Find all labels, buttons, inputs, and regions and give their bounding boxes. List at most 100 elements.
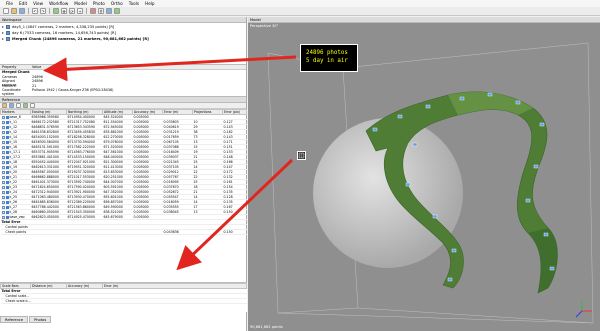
tab-reference[interactable]: Reference	[0, 316, 29, 323]
undo-icon[interactable]: ↶	[32, 8, 38, 14]
menu-photo[interactable]: Photo	[90, 1, 108, 6]
marker-label: k_16	[9, 145, 18, 149]
new-icon[interactable]	[3, 8, 9, 14]
marker-label: k_23	[9, 185, 18, 189]
bottom-tabs: Reference Photos	[0, 316, 52, 323]
workspace-chunk-item-active[interactable]: Merged Chunk (24896 cameras, 21 markers,…	[2, 36, 244, 42]
marker-checkbox[interactable]	[1, 150, 5, 154]
scale-bars-table: Scale Bars Distance (m) Accuracy (m) Err…	[0, 283, 247, 304]
marker-icon[interactable]	[114, 8, 120, 14]
grid-icon[interactable]: #	[98, 8, 104, 14]
marker-checkbox[interactable]	[1, 135, 5, 139]
ruler-icon[interactable]	[90, 8, 96, 14]
marker-checkbox[interactable]	[1, 115, 5, 119]
menu-edit[interactable]: Edit	[16, 1, 30, 6]
marker-label: k_21	[9, 175, 18, 179]
expand-arrow-icon[interactable]	[2, 32, 4, 34]
marker-checkbox[interactable]	[1, 155, 5, 159]
marker-flag-icon	[5, 205, 9, 209]
value-column-header[interactable]: Value	[30, 65, 41, 69]
update-icon[interactable]	[23, 103, 28, 108]
menu-workflow[interactable]: Workflow	[46, 1, 71, 6]
marker-checkbox[interactable]	[1, 170, 5, 174]
menu-tools[interactable]: Tools	[126, 1, 142, 6]
marker-checkbox[interactable]	[1, 130, 5, 134]
marker-label: k_15	[9, 140, 18, 144]
marker-checkbox[interactable]	[1, 210, 5, 214]
marker-checkbox[interactable]	[1, 180, 5, 184]
menu-view[interactable]: View	[30, 1, 46, 6]
marker-checkbox[interactable]	[1, 120, 5, 124]
marker-checkbox[interactable]	[1, 185, 5, 189]
scale-bars-panel: Scale Bars Distance (m) Accuracy (m) Err…	[0, 282, 247, 312]
toolbar-separator	[49, 8, 50, 14]
property-value: Pulkovo 1942 / Gauss-Kruger Z36 (EPSG:28…	[32, 88, 114, 92]
save-icon[interactable]	[19, 8, 25, 14]
settings-icon[interactable]	[30, 103, 35, 108]
chunk-label: day5_1 (4847 cameras, 2 markers, 4,338,2…	[12, 25, 115, 29]
annotation-callout: 24896 photos 5 day in air	[300, 44, 358, 72]
zoom-icon[interactable]: +	[77, 8, 83, 14]
toolbar-separator	[86, 8, 87, 14]
marker-checkbox[interactable]	[1, 175, 5, 179]
menu-bar: File Edit View Workflow Model Photo Orth…	[0, 0, 600, 7]
marker-label: k_14	[9, 135, 18, 139]
marker-checkbox[interactable]	[1, 165, 5, 169]
marker-checkbox[interactable]	[1, 125, 5, 129]
marker-flag-icon	[5, 165, 9, 169]
expand-arrow-icon[interactable]	[2, 26, 4, 28]
navigate-icon[interactable]: ✥	[61, 8, 67, 14]
menu-help[interactable]: Help	[142, 1, 158, 6]
marker-checkbox[interactable]	[1, 190, 5, 194]
menu-ortho[interactable]: Ortho	[108, 1, 126, 6]
menu-file[interactable]: File	[3, 1, 16, 6]
open-icon[interactable]	[11, 8, 17, 14]
property-row: Coordinate system Pulkovo 1942 / Gauss-Kr…	[0, 88, 246, 96]
export-icon[interactable]	[9, 103, 14, 108]
marker-checkbox[interactable]	[1, 145, 5, 149]
marker-flag-icon	[5, 175, 9, 179]
chunk-icon	[6, 25, 10, 29]
marker-label: k_27	[9, 205, 18, 209]
markers-body: base_6 6365968.359580 6714954.400000 645.52…	[0, 114, 247, 220]
marker-checkbox[interactable]	[1, 200, 5, 204]
properties-panel: Property Value Merged Chunk Cameras 24896…	[0, 65, 246, 97]
callout-line-1: 24896 photos	[306, 50, 348, 56]
marker-checkbox[interactable]	[1, 140, 5, 144]
chunk-icon	[6, 31, 10, 35]
check-scale-row[interactable]: Check scale b...	[0, 298, 247, 304]
marker-flag-icon	[5, 150, 9, 154]
redo-icon[interactable]: ↷	[40, 8, 46, 14]
axis-indicator	[575, 301, 592, 318]
tab-photos[interactable]: Photos	[29, 316, 52, 323]
property-key: Coordinate system	[2, 88, 21, 96]
marker-label: k_19	[9, 165, 18, 169]
marker-label: k_26	[9, 200, 18, 204]
expand-arrow-icon[interactable]	[2, 38, 4, 40]
main-toolbar: ↶ ↷ ✥ ⟳ + #	[0, 7, 600, 16]
camera-icon[interactable]	[106, 8, 112, 14]
import-icon[interactable]	[2, 103, 7, 108]
optimize-icon[interactable]	[16, 103, 21, 108]
marker-label: base_6	[9, 115, 21, 119]
toolbar-separator	[28, 8, 29, 14]
film-strip-icon	[297, 151, 306, 160]
check-points-row[interactable]: Check points 0.043636 0.150	[0, 229, 247, 235]
marker-label: k_18	[9, 160, 18, 164]
marker-checkbox[interactable]	[1, 160, 5, 164]
select-icon[interactable]	[53, 8, 59, 14]
marker-checkbox[interactable]	[1, 215, 5, 219]
marker-label: k_17-2	[9, 155, 21, 159]
marker-checkbox[interactable]	[1, 195, 5, 199]
app-window: File Edit View Workflow Model Photo Orth…	[0, 0, 600, 331]
menu-model[interactable]: Model	[71, 1, 90, 6]
marker-label: k_22	[9, 180, 18, 184]
check-points-error: 0.043636	[162, 229, 193, 235]
property-column-header[interactable]: Property	[0, 65, 30, 69]
marker-flag-icon	[5, 195, 9, 199]
marker-flag-icon	[5, 190, 9, 194]
workspace-tree: day5_1 (4847 cameras, 2 markers, 4,338,2…	[0, 23, 246, 65]
rotate-icon[interactable]: ⟳	[69, 8, 75, 14]
marker-checkbox[interactable]	[1, 205, 5, 209]
marker-label: k_12	[9, 130, 18, 134]
